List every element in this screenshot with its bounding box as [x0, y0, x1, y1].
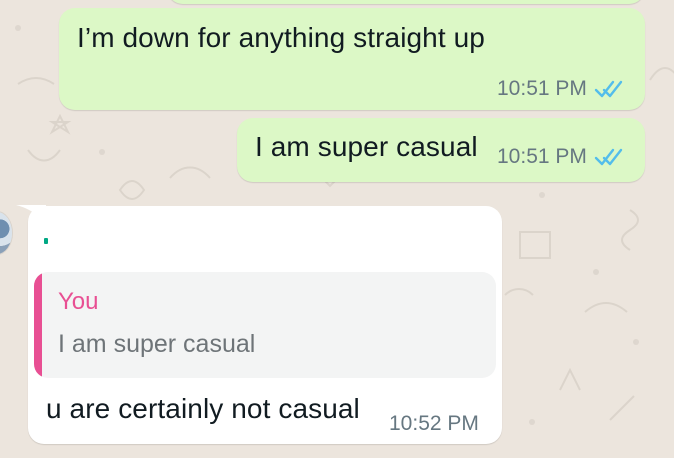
outgoing-message-bubble[interactable]: I’m down for anything straight up 10:51 …	[59, 8, 645, 110]
quoted-author: You	[58, 288, 99, 315]
outgoing-message-bubble[interactable]: I am super casual 10:51 PM	[237, 118, 645, 182]
message-time-label: 10:52 PM	[389, 412, 479, 435]
message-text: I am super casual	[255, 131, 478, 162]
message-time: 10:52 PM	[389, 412, 479, 436]
message-time: 10:51 PM	[497, 77, 587, 100]
sender-indicator	[44, 238, 48, 244]
message-text: I’m down for anything straight up	[77, 22, 485, 53]
double-check-icon	[594, 80, 623, 98]
message-meta: 10:51 PM	[497, 145, 625, 169]
message-meta: 10:51 PM	[497, 77, 625, 101]
quoted-message-text: I am super casual	[58, 330, 256, 358]
quote-accent-bar	[34, 272, 42, 378]
message-text: u are certainly not casual	[46, 393, 360, 424]
quoted-reply[interactable]: You I am super casual	[34, 272, 496, 378]
message-time: 10:51 PM	[497, 145, 587, 168]
previous-message-bubble-edge[interactable]	[167, 0, 645, 4]
double-check-icon	[594, 148, 623, 166]
